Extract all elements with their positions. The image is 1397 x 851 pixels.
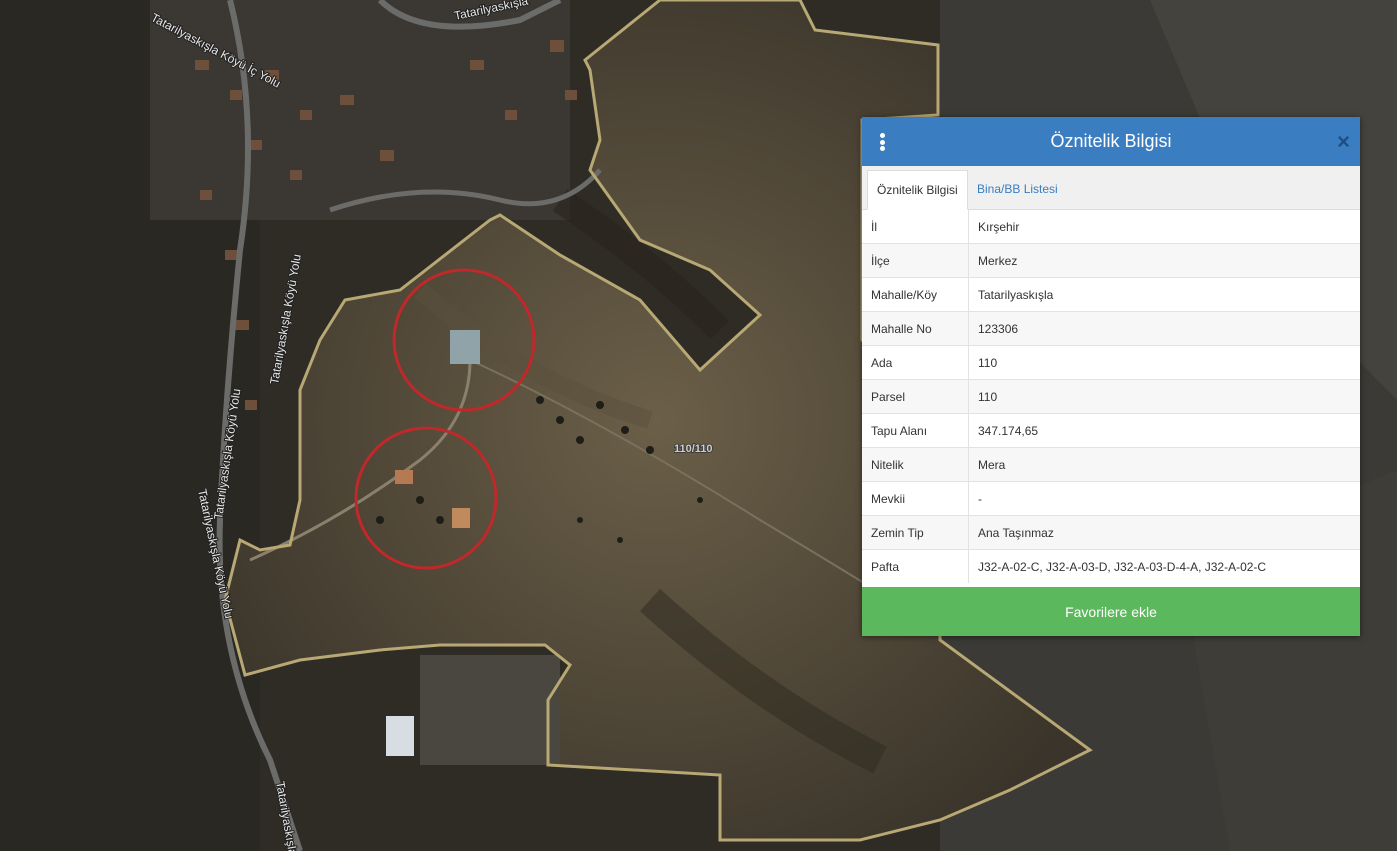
attribute-value: Kırşehir [978, 219, 1020, 234]
attribute-key: Mahalle/Köy [862, 277, 969, 312]
table-row: Pafta J32-A-02-C, J32-A-03-D, J32-A-03-D-… [862, 549, 1360, 583]
table-row: Nitelik Mera [862, 447, 1360, 482]
table-row: İlçe Merkez [862, 243, 1360, 278]
add-favorites-button[interactable]: Favorilere ekle [862, 587, 1360, 636]
attribute-key: Ada [862, 345, 969, 380]
attribute-key: İl [862, 210, 969, 244]
farm-building-2 [452, 508, 470, 528]
table-row: Mahalle No 123306 [862, 311, 1360, 346]
table-row: Zemin Tip Ana Taşınmaz [862, 515, 1360, 550]
attribute-value: Ana Taşınmaz [968, 515, 1360, 550]
table-row: Ada 110 [862, 345, 1360, 380]
attribute-value: Tatarilyaskışla [968, 277, 1360, 312]
attribute-value: - [968, 481, 1360, 516]
attribute-value: 123306 [968, 311, 1360, 346]
attribute-panel: Öznitelik Bilgisi × Öznitelik Bilgisi Bi… [862, 117, 1360, 636]
attribute-value: 347.174,65 [968, 413, 1360, 448]
table-row: İl Kırşehir [862, 210, 1360, 244]
attribute-key: Tapu Alanı [862, 413, 969, 448]
attribute-value: Mera [968, 447, 1360, 482]
table-row: Tapu Alanı 347.174,65 [862, 413, 1360, 448]
farm-building-1 [395, 470, 413, 484]
table-row: Mevkii - [862, 481, 1360, 516]
panel-header: Öznitelik Bilgisi × [862, 117, 1360, 166]
attribute-key: Parsel [862, 379, 969, 414]
attribute-key: Zemin Tip [862, 515, 969, 550]
lower-building [386, 716, 414, 756]
attribute-key: Mahalle No [862, 311, 969, 346]
parcel-number-label: 110/110 [674, 443, 713, 455]
attribute-key: Pafta [862, 549, 969, 583]
attribute-key: İlçe [862, 243, 969, 278]
panel-title: Öznitelik Bilgisi [1050, 131, 1172, 151]
attribute-value: Merkez [968, 243, 1360, 278]
attribute-key: Nitelik [862, 447, 969, 482]
tab-building-list[interactable]: Bina/BB Listesi [968, 170, 1067, 208]
vertical-dots-icon[interactable] [878, 133, 886, 151]
tab-attribute-info[interactable]: Öznitelik Bilgisi [867, 170, 968, 210]
panel-tabs: Öznitelik Bilgisi Bina/BB Listesi [862, 166, 1360, 210]
attribute-key: Mevkii [862, 481, 969, 516]
table-row: Mahalle/Köy Tatarilyaskışla [862, 277, 1360, 312]
attribute-table: İl Kırşehir İlçe Merkez Mahalle/Köy Tatarilya… [862, 210, 1360, 583]
lower-field [420, 655, 560, 765]
attribute-value: 110 [968, 379, 1360, 414]
close-icon[interactable]: × [1337, 117, 1350, 166]
table-row: Parsel 110 [862, 379, 1360, 414]
attribute-value: J32-A-02-C, J32-A-03-D, J32-A-03-D-4-A, … [968, 549, 1360, 583]
attribute-value: 110 [968, 345, 1360, 380]
barn-building [450, 330, 480, 364]
